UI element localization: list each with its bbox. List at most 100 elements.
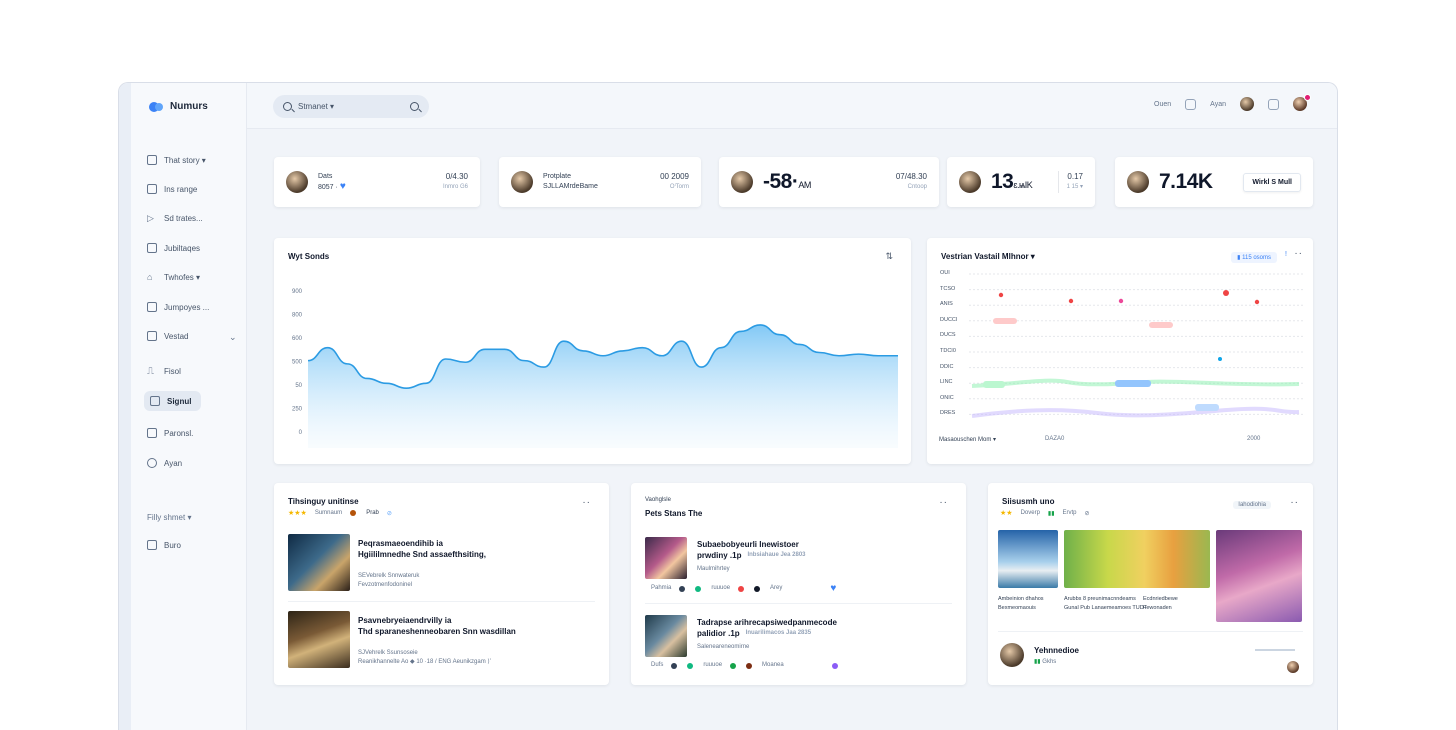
post-thumbnail[interactable] — [645, 537, 687, 579]
sidebar-item-1[interactable]: Ins range — [147, 184, 197, 194]
bookmark-icon: ⎍ — [147, 366, 154, 377]
more-icon[interactable]: ·· — [582, 497, 591, 508]
action-label[interactable]: Pahmia — [651, 584, 671, 593]
check-icon: ⊘ — [1084, 510, 1090, 517]
sidebar-item-0[interactable]: That story ▾ — [147, 155, 206, 165]
sidebar-item-label: Jumpoyes ... — [164, 302, 210, 312]
chevron-down-icon[interactable]: ⌄ — [229, 332, 237, 343]
panel-subtitle: Vaohglsle — [645, 497, 671, 503]
post-thumbnail[interactable] — [288, 534, 350, 591]
avatar[interactable] — [1287, 661, 1299, 673]
sidebar-item-6[interactable]: Vestad — [147, 331, 188, 341]
sidebar-item-label: Ayan — [164, 458, 183, 468]
sidebar-item-7[interactable]: ⎍ Fisol — [147, 366, 181, 377]
scatter-point — [1068, 298, 1074, 304]
more-icon[interactable]: ·· — [1290, 497, 1299, 508]
user-dot — [350, 510, 357, 516]
meta-text: Prab — [366, 510, 379, 516]
scatter-tag — [983, 381, 1005, 388]
stat-line: Protplate — [543, 173, 572, 180]
y-tick-label: 800 — [292, 313, 303, 319]
top-actions: Ouen Ayan — [1154, 94, 1311, 111]
caption-line: Fewonaden — [1143, 605, 1172, 611]
sidebar-item-9[interactable]: Paronsl. — [147, 428, 193, 438]
gallery-image[interactable] — [1064, 530, 1210, 588]
avatar[interactable] — [1240, 97, 1254, 111]
sidebar-item-label: Jubiltaqes — [164, 243, 201, 253]
stat-card-1[interactable]: Dats 8057 · ♥ 0/4.30 Inmro G6 — [274, 157, 480, 207]
stat-card-2[interactable]: Protplate SJLLAMrdeBame 00 2009 OⁱTorm — [499, 157, 701, 207]
stat-action-button[interactable]: Wirkl S Mull — [1243, 172, 1301, 192]
topbar-item[interactable]: Ayan — [1210, 101, 1226, 108]
y-tick-label: 50 — [295, 383, 302, 389]
panel-title: Pets Stans The — [645, 509, 703, 518]
image-caption: Ambeinion dhahos Bexmeomaouis — [998, 595, 1060, 613]
stat-big-unit: AM — [798, 180, 811, 190]
sidebar-item-5[interactable]: Jumpoyes ... — [147, 302, 209, 312]
app-window: Numurs That story ▾ Ins range ▷ Sd trates… — [118, 82, 1338, 730]
sidebar-section-item[interactable]: Buro — [147, 540, 181, 550]
action-label[interactable]: Dufs — [651, 661, 663, 670]
scatter-point — [998, 292, 1004, 298]
post-1[interactable]: Peqrasmaeoendihib ia Hgiililmnedhe Snd a… — [358, 538, 486, 590]
footer-user[interactable]: Yehnnedioe ▮▮ Gkhs — [1034, 645, 1079, 667]
user-avatar[interactable] — [1293, 94, 1311, 111]
action-label[interactable]: ruuuoe — [703, 661, 722, 670]
flag-icon: ▮▮ — [1047, 510, 1055, 517]
sidebar-item-4[interactable]: ⌂ Twhofes ▾ — [147, 272, 200, 282]
post-thumbnail[interactable] — [645, 615, 687, 657]
stat-big-value: 13 — [991, 170, 1014, 193]
gallery-image[interactable] — [1216, 530, 1302, 622]
caption-line: Ecdnriedbewe — [1143, 596, 1178, 602]
stat-right: 07/48.30 Cntoop — [896, 171, 927, 193]
sidebar-edge — [119, 83, 131, 730]
story-2[interactable]: Tadrapse arihrecapsiwedpanmecode palidio… — [697, 617, 837, 652]
area-chart: 900 800 600 500 50 250 0 — [292, 289, 898, 448]
bell-icon[interactable] — [1185, 98, 1197, 110]
panel-title: Tihsinguy unitinse — [288, 497, 359, 506]
avatar[interactable] — [1000, 643, 1024, 667]
panel-link[interactable]: Iahodiohia — [1233, 501, 1271, 509]
topbar-item[interactable]: Ouen — [1154, 101, 1171, 108]
action-label[interactable]: Moanea — [762, 661, 784, 670]
search-submit-icon[interactable] — [410, 102, 419, 111]
brand-name: Numurs — [170, 101, 208, 112]
story-1[interactable]: Subaebobyeurli Inewistoer prwdiny .1p Inb… — [697, 539, 806, 574]
sidebar-item-label: Fisol — [164, 366, 181, 376]
stat-label: Protplate SJLLAMrdeBame — [543, 172, 598, 192]
brand[interactable]: Numurs — [149, 101, 208, 112]
stat-card-4[interactable]: 13ɛ.ѩIK 0.17 1 15 ▾ — [947, 157, 1095, 207]
post-title: Hgiililmnedhe Snd assaefthsiting, — [358, 550, 487, 559]
action-label[interactable]: Arey — [770, 584, 782, 593]
sidebar: Numurs That story ▾ Ins range ▷ Sd trates… — [119, 83, 247, 730]
stat-big-unit: ɛ.ѩIK — [1013, 180, 1033, 190]
post-sub: Inuarilimacos Jaa 2835 — [745, 630, 812, 636]
post-thumbnail[interactable] — [288, 611, 350, 668]
stat-card-3[interactable]: ‑58·AM 07/48.30 Cntoop — [719, 157, 939, 207]
post-title: prwdiny .1p — [697, 551, 742, 560]
sidebar-item-2[interactable]: ▷ Sd trates... — [147, 213, 203, 223]
sidebar-item-3[interactable]: Jubiltaqes — [147, 243, 200, 253]
sidebar-item-10[interactable]: Ayan — [147, 458, 182, 468]
sidebar-item-8[interactable]: Signul — [144, 391, 202, 411]
more-icon[interactable]: ·· — [939, 497, 948, 508]
gallery-image[interactable] — [998, 530, 1058, 588]
shield-icon — [147, 428, 157, 438]
post-meta: SJVehrelk Ssunsoseie — [358, 650, 418, 656]
post-meta: Reanikhannelte Ao ◆ 10 ·18 / ENG Aeunikz… — [358, 659, 492, 665]
panel-meta: ★★★ Sumnaum Prab ⊘ — [288, 509, 392, 517]
post-meta: Saleneareneomirne — [697, 644, 750, 650]
x-axis-label[interactable]: Masaouschen Mom ▾ — [939, 436, 996, 443]
scatter-tag — [1115, 380, 1151, 387]
search-input[interactable]: Stmanet ▾ — [273, 95, 429, 118]
stat-card-5[interactable]: 7.14K Wirkl S Mull — [1115, 157, 1313, 207]
settings-icon[interactable] — [1268, 98, 1279, 110]
sidebar-item-label: Vestad — [164, 331, 189, 341]
sidebar-section-label[interactable]: Filly shmet ▾ — [147, 513, 191, 522]
action-label[interactable]: ruuuoe — [711, 584, 730, 593]
scatter-chart — [969, 273, 1303, 418]
rating-stars: ★★★ — [288, 510, 307, 517]
heart-icon[interactable]: ♥ — [830, 584, 836, 594]
play-icon: ▷ — [147, 213, 154, 223]
post-2[interactable]: Psavnebryeiaendrvilly ia Thd sparaneshen… — [358, 615, 516, 667]
